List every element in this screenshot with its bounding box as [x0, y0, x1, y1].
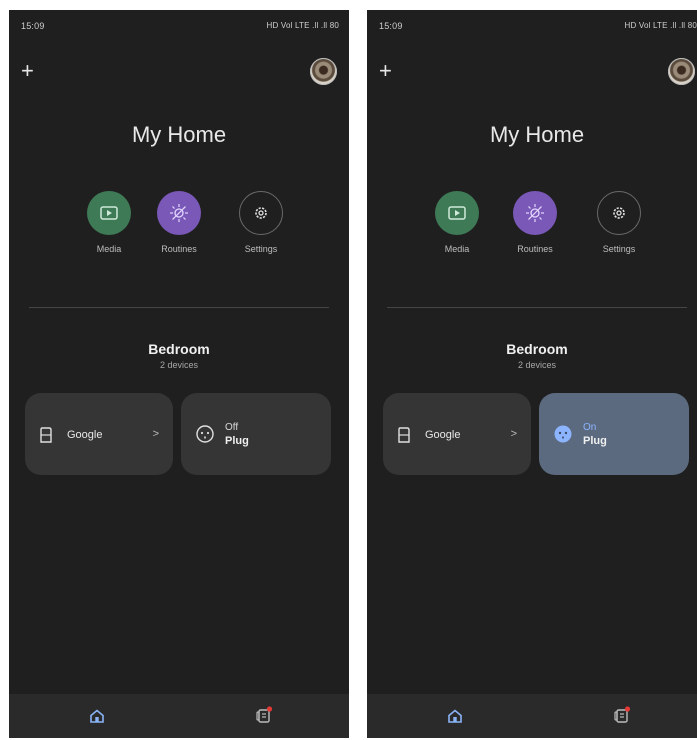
plug-name: Plug [225, 435, 249, 447]
status-time: 15:09 [379, 21, 403, 31]
speaker-icon [398, 427, 410, 443]
notification-dot [624, 706, 631, 712]
plug-tile[interactable]: Off Plug [181, 393, 331, 475]
media-shortcut[interactable]: Media [425, 191, 489, 254]
feed-icon[interactable] [612, 705, 632, 725]
room-name[interactable]: Bedroom [9, 341, 349, 357]
routines-button[interactable] [157, 191, 201, 235]
bottom-navigation [367, 694, 697, 738]
add-button[interactable]: + [21, 60, 34, 82]
google-label: Google [425, 429, 461, 441]
google-label: Google [67, 429, 103, 441]
routines-label: Routines [161, 244, 197, 254]
media-button[interactable] [435, 191, 479, 235]
routines-button[interactable] [513, 191, 557, 235]
settings-shortcut[interactable]: Settings [229, 191, 293, 254]
home-icon[interactable] [89, 708, 105, 724]
settings-label: Settings [602, 244, 636, 254]
phone-screen-plug-on: 15:09 HD Vol LTE .ll .ll 80 + My Home Me… [367, 10, 697, 738]
plug-icon [196, 425, 214, 443]
gear-icon [613, 207, 625, 219]
status-bar: 15:09 HD Vol LTE .ll .ll 80 [9, 10, 349, 46]
routines-sun-icon [526, 204, 544, 222]
google-speaker-tile[interactable]: Google > [383, 393, 531, 475]
page-title: My Home [131, 122, 227, 147]
plug-name: Plug [583, 435, 607, 447]
status-indicators: HD Vol LTE .ll .ll 80 [266, 21, 339, 30]
media-label: Media [444, 244, 470, 254]
gear-icon [255, 207, 267, 219]
routines-label: Routines [517, 244, 553, 254]
google-speaker-tile[interactable]: Google > [25, 393, 173, 475]
settings-shortcut[interactable]: Settings [587, 191, 651, 254]
speaker-icon [40, 427, 52, 443]
phone-screen-plug-off: 15:09 HD Vol LTE .ll .ll 80 + My Home Me… [9, 10, 349, 738]
play-icon [100, 206, 118, 220]
room-device-count: 2 devices [517, 360, 557, 370]
home-icon[interactable] [447, 708, 463, 724]
avatar[interactable] [668, 58, 695, 85]
plug-icon [554, 425, 572, 443]
media-shortcut[interactable]: Media [77, 191, 141, 254]
media-button[interactable] [87, 191, 131, 235]
chevron-right-icon: > [510, 428, 517, 440]
room-name[interactable]: Bedroom [367, 341, 697, 357]
status-indicators: HD Vol LTE .ll .ll 80 [624, 21, 697, 30]
routines-shortcut[interactable]: Routines [147, 191, 211, 254]
play-icon [448, 206, 466, 220]
settings-button[interactable] [597, 191, 641, 235]
plus-icon: + [21, 58, 34, 83]
settings-button[interactable] [239, 191, 283, 235]
plug-tile[interactable]: On Plug [539, 393, 689, 475]
chevron-right-icon: > [152, 428, 159, 440]
notification-dot [266, 706, 273, 712]
status-bar: 15:09 HD Vol LTE .ll .ll 80 [367, 10, 697, 46]
routines-sun-icon [170, 204, 188, 222]
bottom-navigation [9, 694, 349, 738]
plug-state: Off [225, 422, 239, 433]
page-title: My Home [489, 122, 585, 147]
settings-label: Settings [244, 244, 278, 254]
plug-state: On [583, 422, 597, 433]
plus-icon: + [379, 58, 392, 83]
add-button[interactable]: + [379, 60, 392, 82]
avatar[interactable] [310, 58, 337, 85]
divider [29, 307, 329, 308]
divider [387, 307, 687, 308]
media-label: Media [96, 244, 122, 254]
feed-icon[interactable] [254, 705, 274, 725]
status-time: 15:09 [21, 21, 45, 31]
room-device-count: 2 devices [159, 360, 199, 370]
routines-shortcut[interactable]: Routines [503, 191, 567, 254]
